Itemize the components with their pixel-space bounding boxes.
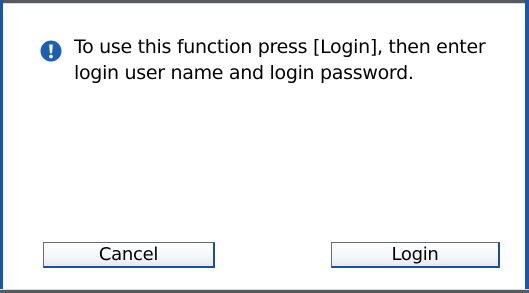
dialog-message-line-1: To use this function press [Login], then… — [74, 36, 486, 58]
dialog-message-line-2: login user name and login password. — [74, 62, 414, 84]
cancel-button[interactable]: Cancel — [43, 242, 215, 268]
dialog-frame-right — [525, 0, 529, 293]
login-required-dialog: To use this function press [Login], then… — [0, 0, 529, 293]
dialog-frame-top-highlight — [0, 3, 529, 4]
dialog-frame-left — [0, 0, 3, 293]
exclamation-icon — [40, 40, 62, 62]
dialog-message: To use this function press [Login], then… — [74, 34, 514, 86]
login-button[interactable]: Login — [331, 242, 500, 268]
